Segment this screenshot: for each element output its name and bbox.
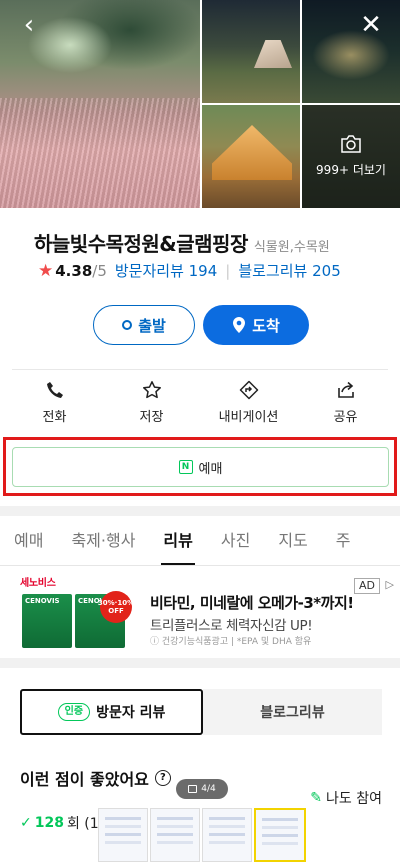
naver-booking-icon: N <box>178 460 193 474</box>
blog-review-tab[interactable]: 블로그리뷰 <box>203 689 382 735</box>
good-points-title: 이런 점이 좋았어요 ? <box>20 766 171 790</box>
review-type-toggle: 인증 방문자 리뷰 블로그리뷰 <box>20 689 382 735</box>
discount-badge: 30%·10% OFF <box>98 591 134 623</box>
section-gap <box>0 506 400 516</box>
navigation-label: 내비게이션 <box>218 410 279 425</box>
check-icon: ✓ <box>20 815 32 831</box>
ad-title: 비타민, 미네랄에 오메가-3*까지! <box>150 594 354 612</box>
share-label: 공유 <box>333 410 358 425</box>
place-title: 하늘빛수목정원&글램핑장 <box>34 232 248 256</box>
thumbnail-strip <box>98 808 306 862</box>
tab-photo[interactable]: 사진 <box>207 516 264 565</box>
photo-gallery[interactable]: 999+ 더보기 ‹ ✕ <box>0 0 400 208</box>
more-photos-tile[interactable]: 999+ 더보기 <box>302 105 400 208</box>
divider <box>12 369 388 370</box>
share-icon <box>337 381 354 398</box>
tab-festival[interactable]: 축제·행사 <box>57 516 149 565</box>
more-photos[interactable]: 999+ 더보기 <box>302 135 400 178</box>
more-photos-label: 999+ 더보기 <box>316 163 386 177</box>
divider: | <box>225 261 231 280</box>
reserve-button[interactable]: N 예매 <box>12 447 389 487</box>
call-label: 전화 <box>42 410 67 425</box>
vote-count-suffix: 회 (1 <box>66 816 99 832</box>
tab-bar: 예매 축제·행사 리뷰 사진 지도 주 <box>0 516 400 566</box>
image-pager: 4/4 <box>176 779 228 799</box>
camera-icon <box>341 135 361 153</box>
vote-count: 128 <box>34 815 64 831</box>
place-category: 식물원,수목원 <box>253 240 330 255</box>
rating-row: ★ 4.38 /5 방문자리뷰 194 | 블로그리뷰 205 <box>38 260 341 281</box>
phone-icon <box>46 382 63 398</box>
tab-map[interactable]: 지도 <box>264 516 321 565</box>
ad-banner[interactable]: 세노비스 AD ▷ CENOVIS CENOVIS 30%·10% OFF 비타… <box>0 566 400 658</box>
save-label: 저장 <box>139 410 164 425</box>
section-gap <box>0 658 400 668</box>
navigation-icon <box>239 380 258 400</box>
close-icon[interactable]: ✕ <box>356 10 386 40</box>
title-row: 하늘빛수목정원&글램핑장 식물원,수목원 <box>34 228 330 257</box>
ad-badge: AD <box>354 578 380 594</box>
ad-brand-logo: 세노비스 <box>20 578 56 589</box>
good-points-label: 이런 점이 좋았어요 <box>20 770 149 789</box>
visitor-review-label: 방문자 리뷰 <box>96 705 166 721</box>
ad-disclaimer: ⓘ 건강기능식품광고 | *EPA 및 DHA 함유 <box>150 637 312 647</box>
rating-value: 4.38 <box>55 261 93 280</box>
image-icon <box>188 785 198 793</box>
arrive-label: 도착 <box>252 316 280 335</box>
reserve-label: 예매 <box>198 461 223 477</box>
blog-review-label: 블로그리뷰 <box>260 705 325 721</box>
pencil-icon: ✎ <box>310 790 323 806</box>
ad-subtitle: 트리플러스로 체력자신감 UP! <box>150 618 313 634</box>
pager-text: 4/4 <box>201 784 216 794</box>
help-icon[interactable]: ? <box>154 770 171 786</box>
thumbnail[interactable] <box>150 808 200 862</box>
share-button[interactable]: 공유 <box>297 380 394 425</box>
product-box-label: CENOVIS <box>25 597 60 605</box>
location-pin-icon <box>233 317 246 333</box>
call-button[interactable]: 전화 <box>6 380 103 425</box>
visitor-review-link[interactable]: 방문자리뷰 194 <box>115 260 217 281</box>
photo-thumb[interactable] <box>202 105 300 208</box>
vote-count-row: ✓ 128 회 (1 <box>20 813 99 833</box>
ad-info-icon[interactable]: ▷ <box>386 578 394 591</box>
back-icon[interactable]: ‹ <box>14 10 44 40</box>
join-label: 나도 참여 <box>326 791 382 807</box>
origin-dot-icon <box>122 320 133 330</box>
verified-badge: 인증 <box>57 703 91 721</box>
join-button[interactable]: ✎ 나도 참여 <box>310 788 382 808</box>
arrive-button[interactable]: 도착 <box>203 305 309 345</box>
thumbnail[interactable] <box>202 808 252 862</box>
action-bar: 전화 저장 내비게이션 공유 <box>6 380 394 425</box>
save-button[interactable]: 저장 <box>103 380 200 425</box>
blog-review-link[interactable]: 블로그리뷰 205 <box>238 260 340 281</box>
thumbnail[interactable] <box>98 808 148 862</box>
tab-review[interactable]: 리뷰 <box>149 516 206 565</box>
tab-more[interactable]: 주 <box>322 516 365 565</box>
depart-button[interactable]: 출발 <box>93 305 195 345</box>
product-box: CENOVIS <box>22 594 72 648</box>
depart-label: 출발 <box>138 316 166 335</box>
tab-reserve[interactable]: 예매 <box>0 516 57 565</box>
navigation-button[interactable]: 내비게이션 <box>200 380 297 425</box>
visitor-review-tab[interactable]: 인증 방문자 리뷰 <box>20 689 203 735</box>
rating-max: /5 <box>92 261 107 280</box>
star-icon: ★ <box>38 260 54 281</box>
star-outline-icon <box>142 381 161 399</box>
photo-thumb[interactable] <box>202 0 300 103</box>
thumbnail-selected[interactable] <box>254 808 306 862</box>
